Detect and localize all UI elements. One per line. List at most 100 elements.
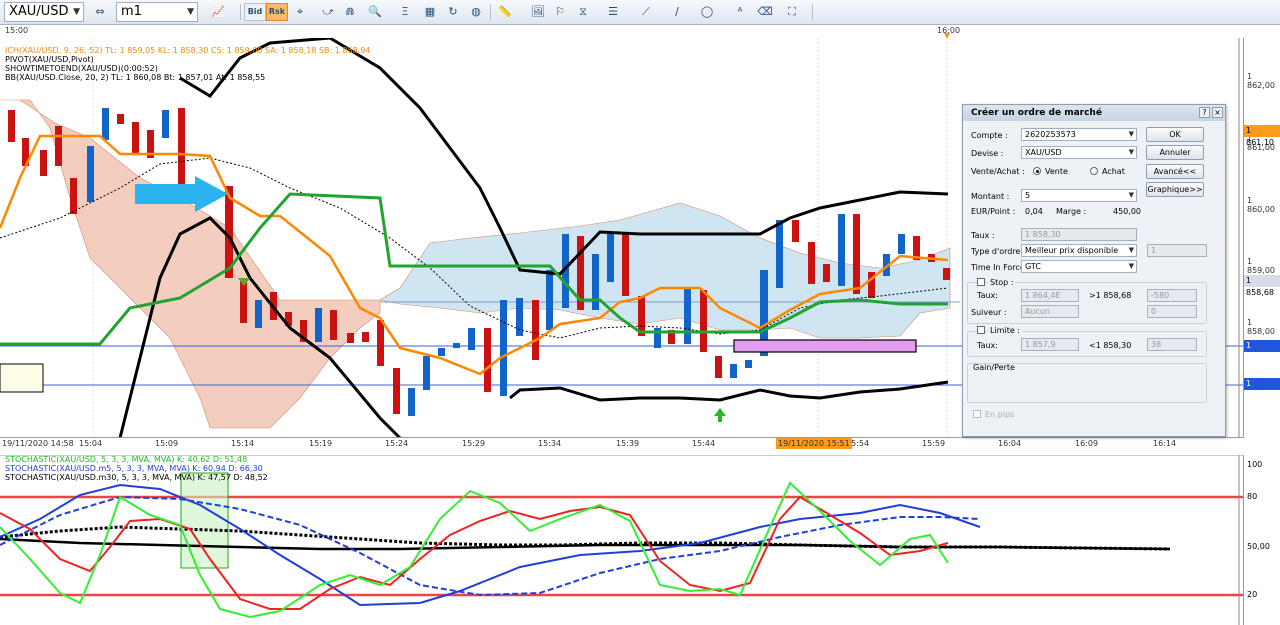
pips-checkbox[interactable] [973,410,981,418]
alert-icon[interactable]: ⚐ [550,3,570,21]
time-label: 15:34 [538,439,562,448]
time-label: 15:39 [616,439,640,448]
time-label: 15:59 [922,439,946,448]
price-tick: 1 859,00 [1247,257,1275,275]
currency-select[interactable]: XAU/USD ▼ [1021,146,1137,159]
time-label: 16:09 [1075,439,1099,448]
swap-icon[interactable]: ⇔ [90,3,110,21]
ellipse-icon[interactable]: ◯ [697,3,717,21]
close-button[interactable]: × [1212,107,1223,118]
currency-label: Devise : [971,149,1004,158]
pips-label: En pips [985,410,1015,419]
timer-legend: SHOWTIMETOEND(XAU/USD)(0:00:52) [5,64,158,73]
price-axis[interactable]: 1 862,00 1 861,00 1 860,00 1 859,00 1 85… [1243,38,1280,438]
stochastic-axis[interactable]: 100 80 50,00 20 [1243,455,1280,625]
price-tag-pivot: 1 856,99 [1244,378,1280,400]
risk-button[interactable]: Rsk [266,3,288,21]
stop-rate-label: Taux: [977,291,998,300]
bollinger-legend: BB(XAU/USD.Close, 20, 2) TL: 1 860,08 Bt… [5,73,266,82]
stoch-highlight-box [180,472,229,569]
account-value: 2620253573 [1025,130,1076,139]
buy-label: Achat [1102,167,1125,176]
sell-label: Vente [1045,167,1068,176]
ruler-icon[interactable]: 📏 [495,3,515,21]
stop-checkbox[interactable] [977,278,985,286]
currency-value: XAU/USD [1025,148,1062,157]
chart-type-icon[interactable]: 📈 [208,3,228,21]
zoom-icon[interactable]: 🔍 [365,3,385,21]
toolbar-separator [490,4,491,20]
chevron-down-icon: ▼ [1128,148,1134,156]
stop-comparison: >1 858,68 [1089,291,1132,300]
indicator-icon[interactable]: Ξ [395,3,415,21]
time-label: 16:04 [998,439,1022,448]
help-button[interactable]: ? [1199,107,1210,118]
stoch-m30-legend: STOCHASTIC(XAU/USD.m30, 5, 3, 3, MVA, MV… [5,473,268,482]
dialog-title: Créer un ordre de marché [963,105,1225,121]
annotation-rectangle [733,339,917,353]
hierarchy-icon[interactable]: ⛶ [782,3,802,21]
toolbar-separator [812,4,813,20]
account-select[interactable]: 2620253573 ▼ [1021,128,1137,141]
market-order-dialog: Créer un ordre de marché ? × Compte : 26… [962,104,1226,437]
fibonacci-icon[interactable]: ⧖ [573,3,593,21]
limit-label: Limite : [988,326,1022,335]
margin-label: Marge : [1056,207,1087,216]
stoch-m1-k [0,481,949,619]
annotation-box [0,363,44,393]
trailing-select: Aucun [1021,305,1079,318]
order-type-value: Meilleur prix disponible [1025,246,1119,255]
time-in-force-select[interactable]: GTC ▼ [1021,260,1137,273]
advanced-button[interactable]: Avancé<< [1146,164,1204,179]
amount-select[interactable]: 5 ▼ [1021,189,1137,202]
price-tick: 1 862,00 [1247,72,1275,90]
limit-comparison: <1 858,30 [1089,341,1132,350]
stoch-tick: 50,00 [1247,542,1270,551]
cancel-button[interactable]: Annuler [1146,145,1204,160]
globe-icon[interactable]: ◍ [466,3,486,21]
magnet-icon[interactable]: ⋒ [340,3,360,21]
trailing-label: Suiveur : [971,308,1007,317]
refresh-icon[interactable]: ↻ [443,3,463,21]
stoch-tick: 20 [1247,590,1258,599]
image-icon[interactable]: 🖼 [528,3,548,21]
chevron-down-icon: ▼ [1128,191,1134,199]
pivot-legend: PIVOT(XAU/USD,Pivot) [5,55,94,64]
order-qty-stepper: 1 [1147,244,1207,257]
signal-up-icon [714,408,726,422]
limit-checkbox[interactable] [977,326,985,334]
timeframe-select[interactable]: m1 ▼ [116,2,198,22]
pen-icon[interactable]: ∕ [667,3,687,21]
amount-label: Montant : [971,192,1010,201]
stoch-m5-legend: STOCHASTIC(XAU/USD.m5, 5, 3, 3, MVA, MVA… [5,464,263,473]
side-label: Vente/Achat : [971,167,1025,176]
eraser-icon[interactable]: ⌫ [755,3,775,21]
crosshair-icon[interactable]: ⌖ [290,3,310,21]
chart-button[interactable]: Graphique>> [1146,182,1204,197]
lines-icon[interactable]: ☰ [603,3,623,21]
order-type-select[interactable]: Meilleur prix disponible ▼ [1021,244,1137,257]
scroll-icon[interactable]: ⤻ [318,3,338,21]
stop-points-field: -580 [1147,289,1197,302]
limit-rate-label: Taux: [977,341,998,350]
time-axis[interactable]: 19/11/2020 14:58 15:04 15:09 15:14 15:19… [0,437,1243,449]
symbol-select[interactable]: XAU/USD ▼ [4,2,84,22]
trendline-icon[interactable]: ⟋ [636,3,656,21]
stoch-tick: 80 [1247,492,1258,501]
time-label: 15:29 [462,439,486,448]
chevron-down-icon: ▼ [1128,246,1134,254]
limit-points-field: 38 [1147,338,1197,351]
text-icon[interactable]: ᴬ [730,3,750,21]
stoch-m1-d [0,495,949,610]
template-icon[interactable]: ▦ [420,3,440,21]
chevron-down-icon: ▼ [187,7,194,17]
bid-button[interactable]: Bid [244,3,266,21]
buy-radio[interactable] [1090,167,1098,175]
timeframe-value: m1 [121,4,142,19]
sell-radio[interactable] [1033,167,1041,175]
eur-point-value: 0,04 [1025,207,1043,216]
chevron-down-icon: ▼ [1128,262,1134,270]
price-tick: 1 860,00 [1247,196,1275,214]
ok-button[interactable]: OK [1146,127,1204,142]
account-label: Compte : [971,131,1008,140]
